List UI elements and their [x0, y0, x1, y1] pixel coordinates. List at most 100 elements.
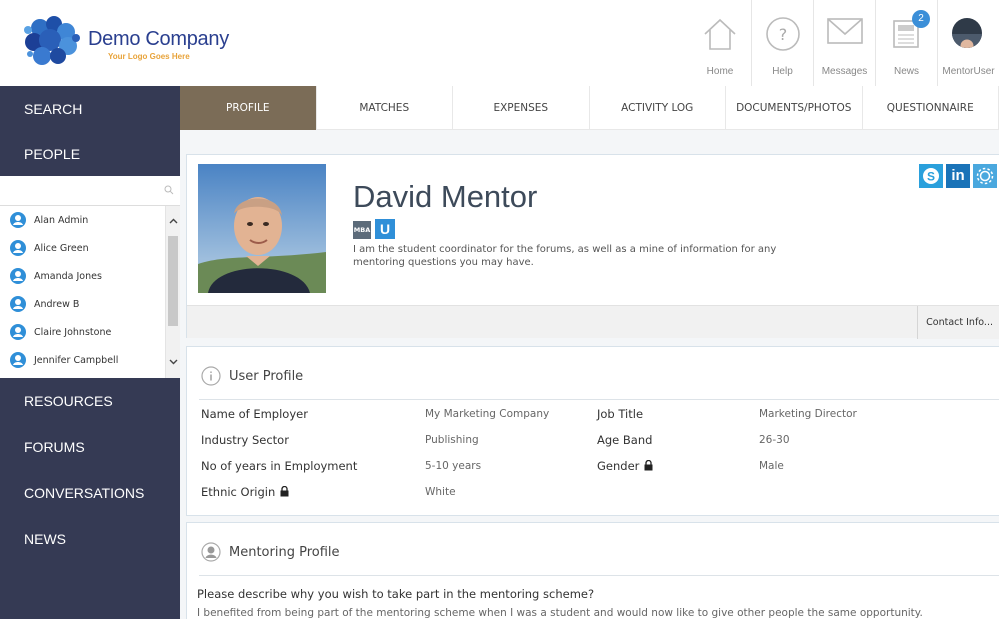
sidebar-search[interactable]: SEARCH: [0, 86, 180, 132]
user-icon: [10, 212, 26, 228]
company-logo[interactable]: Demo Company Your Logo Goes Here: [20, 10, 229, 70]
profile-footer: Contact Info...: [187, 305, 999, 339]
nav-messages-label: Messages: [821, 66, 868, 77]
people-list: Alan Admin Alice Green Amanda Jones Andr…: [0, 206, 180, 378]
social-links: S in: [919, 164, 997, 188]
nav-news-label: News: [893, 66, 919, 77]
nav-home[interactable]: Home: [689, 0, 751, 86]
field-value: White: [425, 486, 456, 498]
news-count-badge: 2: [912, 10, 930, 28]
settings-button[interactable]: [973, 164, 997, 188]
field-value: 5-10 years: [425, 460, 482, 472]
people-search-input[interactable]: [0, 176, 180, 206]
person-name: Claire Johnstone: [34, 326, 112, 338]
user-profile-header: User Profile: [201, 365, 303, 387]
people-list-scrollbar[interactable]: [165, 206, 180, 378]
tab-questionnaire[interactable]: QUESTIONNAIRE: [863, 86, 999, 130]
field-value: Marketing Director: [759, 408, 857, 420]
skype-button[interactable]: S: [919, 164, 943, 188]
mba-badge: MBA: [353, 221, 371, 239]
lock-icon: [280, 486, 289, 497]
chevron-up-icon[interactable]: [168, 216, 179, 227]
user-profile-title: User Profile: [229, 368, 304, 384]
field-label: No of years in Employment: [201, 459, 358, 473]
person-name: Amanda Jones: [34, 270, 102, 282]
user-icon: [10, 268, 26, 284]
divider: [199, 575, 999, 576]
nav-news[interactable]: 2 News: [875, 0, 937, 86]
bio-line: mentoring questions you may have.: [353, 257, 534, 268]
puzzle-logo-icon: [24, 16, 80, 65]
list-item[interactable]: Andrew B: [0, 290, 180, 318]
list-item[interactable]: Jennifer Campbell: [0, 346, 180, 374]
lock-icon: [644, 460, 653, 471]
search-icon: [164, 185, 174, 195]
scroll-thumb[interactable]: [168, 236, 178, 326]
nav-help-label: Help: [772, 66, 793, 77]
skype-letter: S: [927, 170, 935, 184]
chevron-down-icon[interactable]: [168, 356, 179, 367]
nav-user[interactable]: MentorUser: [937, 0, 999, 86]
field-label-wrap: Gender: [597, 459, 653, 473]
mentoring-question: Please describe why you wish to take par…: [197, 587, 595, 601]
field-label: Name of Employer: [201, 407, 308, 421]
home-icon: [704, 18, 736, 50]
sidebar-forums[interactable]: FORUMS: [0, 424, 180, 470]
profile-card: David Mentor MBA U I am the student coor…: [186, 154, 999, 339]
list-item[interactable]: Claire Johnstone: [0, 318, 180, 346]
mentoring-answer: I benefited from being part of the mento…: [197, 607, 923, 619]
field-label: Ethnic Origin: [201, 485, 276, 499]
info-icon: [201, 366, 221, 386]
profile-bio: I am the student coordinator for the for…: [353, 243, 833, 269]
tab-profile[interactable]: PROFILE: [180, 86, 317, 130]
profile-name: David Mentor: [353, 179, 538, 214]
user-icon: [10, 324, 26, 340]
list-item[interactable]: Alan Admin: [0, 206, 180, 234]
field-label-wrap: Ethnic Origin: [201, 485, 289, 499]
gear-icon: [976, 167, 994, 185]
mentoring-profile-card: Mentoring Profile Please describe why yo…: [186, 522, 999, 619]
person-name: Alan Admin: [34, 214, 89, 226]
user-icon: [10, 352, 26, 368]
bio-line: I am the student coordinator for the for…: [353, 244, 777, 255]
profile-tabs: PROFILE MATCHES EXPENSES ACTIVITY LOG DO…: [180, 86, 999, 130]
divider: [199, 399, 999, 400]
sidebar-people[interactable]: PEOPLE: [0, 132, 180, 176]
field-value: My Marketing Company: [425, 408, 550, 420]
sidebar-news[interactable]: NEWS: [0, 516, 180, 562]
contact-info-button[interactable]: Contact Info...: [917, 306, 999, 339]
user-circle-icon: [201, 542, 221, 562]
field-value: 26-30: [759, 434, 790, 446]
list-item[interactable]: Alice Green: [0, 234, 180, 262]
top-navigation: Home ? Help Messages 2 News MentorUser: [689, 0, 999, 86]
profile-photo: [198, 164, 326, 293]
nav-user-label: MentorUser: [942, 66, 995, 77]
linkedin-button[interactable]: in: [946, 164, 970, 188]
field-value: Publishing: [425, 434, 479, 446]
skype-icon: S: [923, 168, 939, 184]
nav-help[interactable]: ? Help: [751, 0, 813, 86]
user-profile-card: User Profile Name of Employer My Marketi…: [186, 346, 999, 516]
envelope-icon: [826, 18, 863, 44]
sidebar-conversations[interactable]: CONVERSATIONS: [0, 470, 180, 516]
field-label: Industry Sector: [201, 433, 289, 447]
tab-matches[interactable]: MATCHES: [317, 86, 453, 130]
field-label: Age Band: [597, 433, 653, 447]
mentoring-profile-title: Mentoring Profile: [229, 544, 340, 560]
tab-activity-log[interactable]: ACTIVITY LOG: [590, 86, 726, 130]
app-header: Demo Company Your Logo Goes Here Home ? …: [0, 0, 999, 86]
field-value: Male: [759, 460, 784, 472]
field-label: Job Title: [597, 407, 644, 421]
nav-home-label: Home: [706, 66, 734, 77]
tab-expenses[interactable]: EXPENSES: [453, 86, 590, 130]
company-name: Demo Company: [88, 28, 229, 50]
list-item[interactable]: Amanda Jones: [0, 262, 180, 290]
user-icon: [10, 240, 26, 256]
nav-messages[interactable]: Messages: [813, 0, 875, 86]
university-badge: U: [375, 219, 395, 239]
tab-documents-photos[interactable]: DOCUMENTS/PHOTOS: [726, 86, 863, 130]
sidebar-resources[interactable]: RESOURCES: [0, 378, 180, 424]
person-name: Andrew B: [34, 298, 80, 310]
help-icon: ?: [765, 17, 800, 51]
sidebar: SEARCH PEOPLE Alan Admin Alice Green Ama…: [0, 86, 180, 619]
